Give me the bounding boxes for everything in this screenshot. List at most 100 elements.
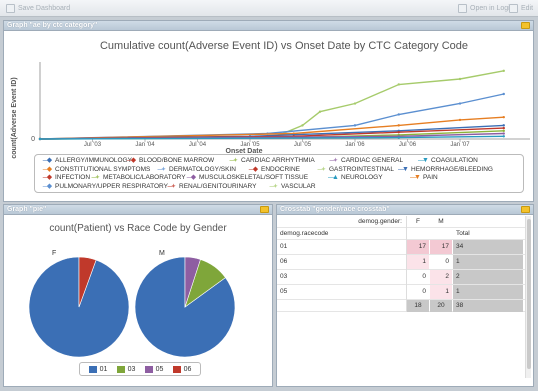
data-point — [318, 110, 322, 113]
count-m-cell: 2 — [430, 270, 452, 284]
chart-title: Cumulative count(Adverse Event ID) vs On… — [100, 40, 468, 52]
total-m: 20 — [430, 300, 452, 312]
x-tick-label: Jul '04 — [189, 142, 207, 148]
legend-label: CARDIAC GENERAL — [341, 157, 404, 164]
race-code-cell: 03 — [280, 273, 288, 280]
folder-icon[interactable] — [260, 206, 269, 213]
legend-swatch — [88, 365, 97, 373]
data-point — [502, 126, 505, 130]
pie-chart-title: count(Patient) vs Race Code by Gender — [49, 223, 227, 234]
legend-label: INFECTION — [55, 174, 91, 181]
legend-item[interactable]: —+ CARDIAC ARRHYTHMIA — [225, 157, 315, 164]
data-point — [353, 102, 357, 105]
legend-marker-icon: —◆ — [126, 157, 136, 164]
panel-header: Crosstab "gender/race crosstab" — [277, 205, 533, 215]
crosstab-scrollbar[interactable] — [525, 216, 531, 378]
col-f-header: F — [416, 218, 420, 225]
legend-label: CARDIAC ARRHYTHMIA — [241, 157, 315, 164]
legend-item[interactable]: —◆ ENDOCRINE — [245, 166, 300, 173]
data-point — [502, 92, 505, 96]
legend-item[interactable]: —◆ MUSCULOSKELETAL/SOFT TISSUE — [183, 174, 308, 181]
legend-item[interactable]: —+ RENAL/GENITOURINARY — [163, 183, 256, 190]
legend-marker-icon: —▲ — [328, 174, 339, 181]
legend-item[interactable]: —▼ PAIN — [407, 174, 438, 181]
race-code-cell: 05 — [280, 288, 288, 295]
line-graph-panel: Graph "ae by ctc category" Cumulative co… — [3, 20, 534, 202]
legend-marker-icon: —▼ — [398, 165, 409, 173]
legend-item[interactable]: —+ METABOLIC/LABORATORY — [87, 174, 185, 181]
table-row: 03 0 2 2 — [277, 270, 525, 285]
legend-label: VASCULAR — [281, 182, 316, 190]
data-point — [502, 124, 505, 127]
legend-marker-icon: —+ — [317, 165, 325, 173]
data-point — [502, 129, 505, 133]
race-code-cell: 06 — [280, 258, 288, 265]
panel-title: Crosstab "gender/race crosstab" — [280, 206, 390, 213]
legend-item[interactable]: —◆ ALLERGY/IMMUNOLOGY — [39, 157, 132, 164]
legend-item[interactable]: —◆ BLOOD/BONE MARROW — [123, 157, 214, 164]
legend-item[interactable]: —◆ INFECTION — [39, 174, 90, 181]
legend-marker-icon: —+ — [329, 157, 337, 164]
edit-button[interactable]: Edit — [509, 3, 533, 14]
legend-marker-icon: —+ — [157, 165, 165, 173]
folder-icon[interactable] — [521, 206, 530, 213]
row-total-cell: 1 — [453, 255, 523, 269]
pie-charts — [28, 256, 236, 358]
crosstab-panel: Crosstab "gender/race crosstab" demog.ge… — [276, 204, 534, 387]
legend-item[interactable]: —▼ COAGULATION — [415, 157, 478, 164]
legend-item[interactable]: —+ VASCULAR — [265, 182, 316, 190]
legend-swatch — [144, 365, 153, 373]
legend-label: COAGULATION — [431, 157, 478, 164]
folder-icon[interactable] — [521, 22, 530, 29]
header-gender: demog.gender: — [358, 218, 402, 225]
count-m-cell: 1 — [430, 285, 452, 299]
legend-label: BLOOD/BONE MARROW — [139, 157, 215, 164]
crosstab-table: demog.gender: F M demog.racecode Total 0… — [277, 216, 525, 386]
legend-item[interactable]: —+ DERMATOLOGY/SKIN — [153, 166, 236, 173]
crosstab-totals-row: 18 20 38 — [277, 300, 525, 312]
line-chart: Cumulative count(Adverse Event ID) vs On… — [11, 40, 530, 159]
legend-label: DERMATOLOGY/SKIN — [169, 165, 236, 173]
save-dashboard-button[interactable]: Save Dashboard — [6, 3, 70, 14]
scrollbar-thumb[interactable] — [527, 219, 531, 369]
count-m-cell: 17 — [430, 240, 452, 254]
pie-legend-item[interactable]: 03 — [116, 365, 136, 373]
x-tick-label: Jan '07 — [450, 142, 470, 148]
pie-legend-item[interactable]: 01 — [88, 365, 107, 373]
legend-item[interactable]: —▲ NEUROLOGY — [325, 174, 383, 181]
legend-item[interactable]: —+ GASTROINTESTINAL — [313, 166, 394, 173]
legend-item[interactable]: —◆ CONSTITUTIONAL SYMPTOMS — [39, 166, 151, 173]
panel-title: Graph "ae by ctc category" — [7, 22, 98, 29]
pie-legend-item[interactable]: 05 — [144, 365, 163, 373]
legend-marker-icon: —+ — [167, 182, 175, 190]
legend-marker-icon: —◆ — [42, 157, 52, 164]
column-divider — [406, 216, 407, 312]
data-point — [502, 135, 505, 138]
open-in-logic-button[interactable]: Open in Logic — [458, 3, 513, 14]
pie-legend-item[interactable]: 06 — [172, 365, 191, 373]
legend-item[interactable]: —◆ PULMONARY/UPPER RESPIRATORY — [39, 183, 168, 190]
legend-label: PAIN — [423, 174, 438, 181]
legend-swatch — [116, 365, 125, 373]
legend-marker-icon: —+ — [229, 157, 237, 164]
legend-label: 03 — [127, 365, 136, 373]
y-tick-label: 0 — [31, 136, 35, 143]
data-point — [502, 69, 505, 73]
count-f-cell: 1 — [407, 255, 429, 269]
data-point — [397, 130, 400, 134]
legend-item[interactable]: —▼ HEMORRHAGE/BLEEDING — [395, 166, 493, 173]
x-tick-label: Jul '05 — [294, 142, 312, 148]
row-total-cell: 34 — [453, 240, 523, 254]
count-m-cell: 0 — [430, 255, 452, 269]
header-race: demog.racecode — [280, 230, 329, 237]
legend-marker-icon: —◆ — [186, 174, 196, 181]
data-point — [458, 102, 462, 105]
logic-icon — [458, 4, 467, 13]
legend-item[interactable]: —+ CARDIAC GENERAL — [325, 157, 403, 164]
x-tick-label: Jul '03 — [84, 142, 102, 148]
data-point — [502, 115, 505, 119]
chart-legend: —◆ ALLERGY/IMMUNOLOGY —◆ BLOOD/BONE MARROW —… — [34, 154, 524, 193]
legend-marker-icon: —▼ — [418, 157, 429, 164]
save-dashboard-label: Save Dashboard — [18, 5, 71, 12]
x-tick-label: Jul '06 — [399, 142, 417, 148]
